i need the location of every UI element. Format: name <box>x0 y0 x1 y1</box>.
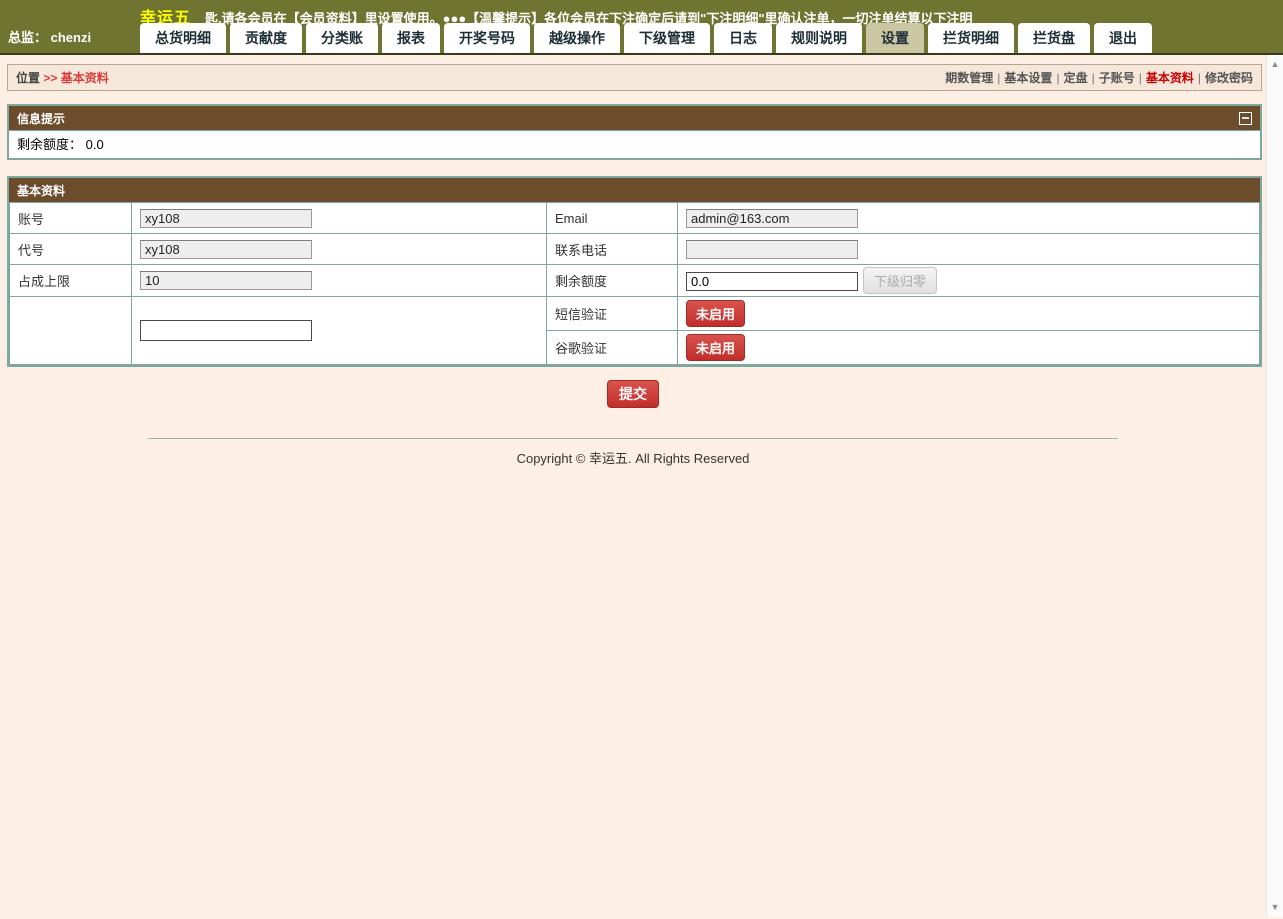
submenu-separator: | <box>997 71 1000 85</box>
tab-intercept-board[interactable]: 拦货盘 <box>1018 23 1090 53</box>
info-panel-title: 信息提示 <box>17 110 65 127</box>
tab-report[interactable]: 报表 <box>382 23 440 53</box>
tab-settings[interactable]: 设置 <box>866 23 924 53</box>
submenu-separator: | <box>1198 71 1201 85</box>
profile-form-table: 账号 Email 代号 联系电话 占成上限 剩余额度 下级归零 <box>9 202 1260 365</box>
breadcrumb-bar: 位置 >> 基本资料 期数管理 | 基本设置 | 定盘 | 子账号 | 基本资料 | 修改密码 <box>7 64 1262 91</box>
info-panel-body: 剩余额度： 0.0 <box>9 130 1260 158</box>
google-verify-label: 谷歌验证 <box>547 331 678 365</box>
submenu-basic-settings[interactable]: 基本设置 <box>1004 71 1052 85</box>
submit-button[interactable]: 提交 <box>607 380 659 408</box>
share-limit-label: 占成上限 <box>10 265 132 297</box>
tab-cross-level-ops[interactable]: 越级操作 <box>534 23 620 53</box>
table-row: 账号 Email <box>10 203 1260 234</box>
account-label: 账号 <box>10 203 132 234</box>
alias-field <box>140 240 312 259</box>
info-panel: 信息提示 剩余额度： 0.0 <box>7 104 1262 160</box>
collapse-icon[interactable] <box>1239 112 1252 125</box>
profile-panel: 基本资料 账号 Email 代号 联系电话 占成上限 <box>7 176 1262 367</box>
main-content: 位置 >> 基本资料 期数管理 | 基本设置 | 定盘 | 子账号 | 基本资料 | 修改密码 信息… <box>0 55 1266 917</box>
settings-submenu: 期数管理 | 基本设置 | 定盘 | 子账号 | 基本资料 | 修改密码 <box>945 69 1253 86</box>
remaining-quota-value: 0.0 <box>86 137 104 152</box>
vertical-scrollbar[interactable]: ▲ ▼ <box>1266 55 1283 917</box>
email-field <box>686 209 858 228</box>
submenu-sub-account[interactable]: 子账号 <box>1099 71 1135 85</box>
copyright-text: Copyright © 幸运五. All Rights Reserved <box>0 448 1266 467</box>
email-label: Email <box>547 203 678 234</box>
table-row: 代号 联系电话 <box>10 234 1260 265</box>
profile-panel-title: 基本资料 <box>17 182 65 199</box>
submenu-fix-board[interactable]: 定盘 <box>1064 71 1088 85</box>
table-row: 短信验证 未启用 <box>10 297 1260 331</box>
breadcrumb-arrow: >> <box>43 71 57 85</box>
top-bar: 总监： chenzi 幸运五 匙,请各会员在【会员资料】里设置使用。●●●【温馨… <box>0 0 1283 55</box>
submenu-separator: | <box>1092 71 1095 85</box>
reset-subordinate-button[interactable]: 下级归零 <box>863 267 937 294</box>
submenu-period-mgmt[interactable]: 期数管理 <box>945 71 993 85</box>
balance-label: 剩余额度 <box>547 265 678 297</box>
submenu-separator: | <box>1056 71 1059 85</box>
phone-field <box>686 240 858 259</box>
sms-verify-label: 短信验证 <box>547 297 678 331</box>
share-limit-field <box>140 271 312 290</box>
breadcrumb-current: 基本资料 <box>61 71 109 85</box>
table-row: 占成上限 剩余额度 下级归零 <box>10 265 1260 297</box>
account-field <box>140 209 312 228</box>
scroll-up-icon[interactable]: ▲ <box>1271 60 1280 69</box>
info-panel-header: 信息提示 <box>9 106 1260 130</box>
tab-intercept-detail[interactable]: 拦货明细 <box>928 23 1014 53</box>
tab-subordinate-mgmt[interactable]: 下级管理 <box>624 23 710 53</box>
sms-verify-status-button[interactable]: 未启用 <box>686 300 745 327</box>
submenu-basic-profile[interactable]: 基本资料 <box>1146 71 1194 85</box>
tab-contribution[interactable]: 贡献度 <box>230 23 302 53</box>
tab-draw-numbers[interactable]: 开奖号码 <box>444 23 530 53</box>
scroll-down-icon[interactable]: ▼ <box>1271 903 1280 912</box>
submit-row: 提交 <box>0 380 1266 408</box>
remaining-quota-label: 剩余额度： <box>17 137 82 152</box>
main-nav-tabs: 总货明细 贡献度 分类账 报表 开奖号码 越级操作 下级管理 日志 规则说明 设… <box>140 23 1152 53</box>
empty-label-cell <box>10 297 132 365</box>
profile-panel-header: 基本资料 <box>9 178 1260 202</box>
tab-logout[interactable]: 退出 <box>1094 23 1152 53</box>
balance-field[interactable] <box>686 272 858 291</box>
breadcrumb-prefix: 位置 <box>16 71 40 85</box>
extra-input-field[interactable] <box>140 320 312 341</box>
supervisor-label: 总监： chenzi <box>8 27 91 46</box>
phone-label: 联系电话 <box>547 234 678 265</box>
tab-ledger[interactable]: 分类账 <box>306 23 378 53</box>
google-verify-status-button[interactable]: 未启用 <box>686 334 745 361</box>
submenu-change-password[interactable]: 修改密码 <box>1205 71 1253 85</box>
footer-divider <box>148 438 1118 439</box>
tab-rules[interactable]: 规则说明 <box>776 23 862 53</box>
tab-logs[interactable]: 日志 <box>714 23 772 53</box>
tab-total-bet-detail[interactable]: 总货明细 <box>140 23 226 53</box>
submenu-separator: | <box>1139 71 1142 85</box>
alias-label: 代号 <box>10 234 132 265</box>
breadcrumb: 位置 >> 基本资料 <box>16 69 109 86</box>
